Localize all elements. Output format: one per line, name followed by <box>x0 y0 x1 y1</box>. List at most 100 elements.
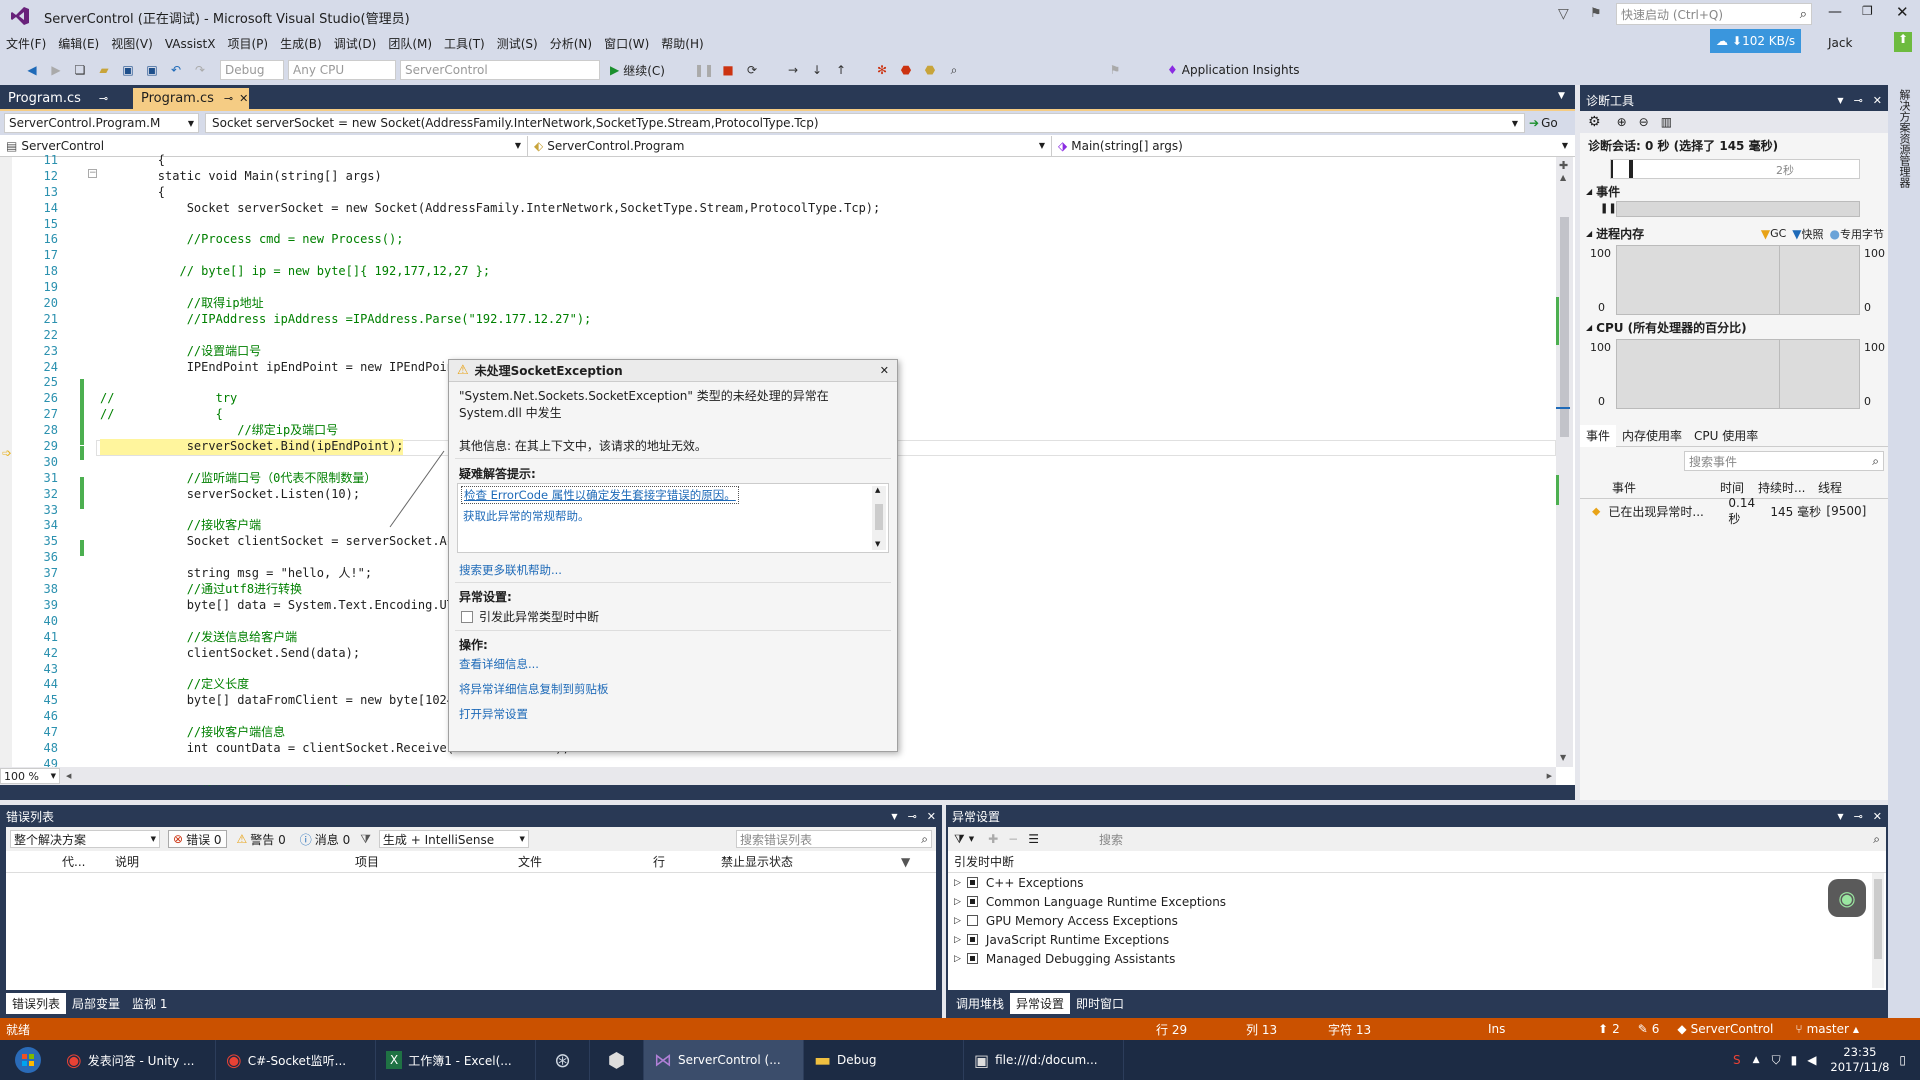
menu-tools[interactable]: 工具(T) <box>444 35 485 52</box>
break-checkbox-row[interactable]: 引发此异常类型时中断 <box>461 608 599 625</box>
menu-team[interactable]: 团队(M) <box>388 35 432 52</box>
chart-icon[interactable]: ▥ <box>1661 115 1672 129</box>
exception-category-row[interactable]: ▷ C++ Exceptions <box>948 873 1886 892</box>
redo-icon[interactable]: ↷ <box>191 61 209 79</box>
pin-icon[interactable]: ⊸ <box>1854 94 1863 107</box>
break-when-thrown-label[interactable]: 引发时中断 <box>954 853 1014 870</box>
menu-edit[interactable]: 编辑(E) <box>58 35 99 52</box>
category-checkbox[interactable] <box>966 915 978 926</box>
expression-box[interactable]: Socket serverSocket = new Socket(Address… <box>205 113 1525 133</box>
pause-icon[interactable]: ❚❚ <box>694 61 714 79</box>
tab-overflow-icon[interactable]: ▼ <box>1558 91 1565 101</box>
taskbar-unity[interactable]: ⬢ <box>590 1040 644 1080</box>
taskbar-excel[interactable]: X 工作簿1 - Excel(... <box>376 1040 536 1080</box>
taskbar-chrome-1[interactable]: ◉ 发表问答 - Unity ... <box>56 1040 216 1080</box>
zoom-out-icon[interactable]: ⊖ <box>1639 115 1649 129</box>
memory-section-header[interactable]: ◢ 进程内存 ▼ GC ▼ 快照 ● 专用字节 <box>1586 225 1884 242</box>
minimize-button[interactable]: — <box>1828 4 1842 20</box>
category-checkbox[interactable] <box>966 896 978 907</box>
pin-icon[interactable]: ⊸ <box>224 92 233 105</box>
filter-icon[interactable]: ▽ <box>1558 6 1569 22</box>
tab-events[interactable]: 事件 <box>1580 424 1617 447</box>
expand-arrow-icon[interactable]: ▷ <box>954 916 961 926</box>
status-publish-count[interactable]: 2 <box>1612 1022 1620 1036</box>
arrow-up-icon[interactable]: ⬆ <box>1598 1022 1608 1036</box>
panel-menu-icon[interactable]: ▼ <box>1837 812 1843 821</box>
project-dropdown[interactable]: ServerControl <box>400 60 600 80</box>
status-branch[interactable]: master <box>1807 1022 1849 1036</box>
tip-general-help-link[interactable]: 获取此异常的常规帮助。 <box>463 508 590 524</box>
collapse-toggle-icon[interactable]: − <box>88 169 97 178</box>
filter-icon[interactable]: ⧩ <box>954 832 965 847</box>
continue-button[interactable]: 继续(C) <box>623 62 665 79</box>
tab-immediate[interactable]: 即时窗口 <box>1070 993 1130 1014</box>
tab-cpu-usage[interactable]: CPU 使用率 <box>1688 427 1764 444</box>
shield-icon[interactable]: ⛉ <box>1772 1053 1781 1068</box>
remove-icon[interactable]: − <box>1008 832 1018 846</box>
tab-watch-1[interactable]: 监视 1 <box>126 993 173 1014</box>
go-button[interactable]: ➔ Go <box>1529 116 1558 130</box>
notification-icon[interactable]: ⚑ <box>1590 6 1602 21</box>
forward-icon[interactable]: ▶ <box>47 61 65 79</box>
editor-vertical-scrollbar[interactable]: ✚ ▲ ▼ <box>1556 157 1573 767</box>
scroll-down-icon[interactable]: ▼ <box>1560 753 1566 762</box>
expand-arrow-icon[interactable]: ▷ <box>954 954 961 964</box>
category-checkbox[interactable] <box>966 877 978 888</box>
volume-icon[interactable]: ◀ <box>1807 1053 1816 1067</box>
menu-debug[interactable]: 调试(D) <box>334 35 377 52</box>
exception-category-row[interactable]: ▷ GPU Memory Access Exceptions <box>948 911 1886 930</box>
tab-program-cs-inactive[interactable]: Program.cs ⊸ <box>0 88 133 109</box>
cpu-section-header[interactable]: ◢ CPU (所有处理器的百分比) <box>1586 319 1747 336</box>
col-event[interactable]: 事件 <box>1580 479 1720 496</box>
restore-button[interactable]: ❐ <box>1862 4 1873 18</box>
step-out-icon[interactable]: ↑ <box>832 61 850 79</box>
chevron-up-icon[interactable]: ▲ <box>1853 1025 1859 1034</box>
ime-icon[interactable]: S <box>1733 1053 1741 1067</box>
warnings-filter[interactable]: ⚠ 警告 0 <box>233 831 290 848</box>
pin-icon[interactable]: ⊸ <box>99 92 108 105</box>
messages-filter[interactable]: ⓘ 消息 0 <box>296 831 354 848</box>
taskbar-steam[interactable]: ⊛ <box>536 1040 590 1080</box>
error-search-input[interactable]: 搜索错误列表 <box>740 831 921 848</box>
scroll-thumb[interactable] <box>1874 879 1882 959</box>
save-all-icon[interactable]: ▣ <box>143 61 161 79</box>
network-icon[interactable]: ▮ <box>1791 1053 1798 1067</box>
step-over-icon[interactable]: → <box>784 61 802 79</box>
scroll-up-icon[interactable]: ▲ <box>875 486 880 494</box>
expand-arrow-icon[interactable]: ▷ <box>954 935 961 945</box>
start-button[interactable] <box>0 1040 56 1080</box>
feedback-icon[interactable]: ⬆ <box>1894 32 1912 52</box>
add-split-icon[interactable]: ✚ <box>1559 159 1568 172</box>
col-description[interactable]: 说明 <box>111 853 355 870</box>
add-icon[interactable]: ✚ <box>988 832 998 846</box>
scroll-right-icon[interactable]: ▶ <box>1547 772 1552 780</box>
exception-category-row[interactable]: ▷ Managed Debugging Assistants <box>948 949 1886 968</box>
panel-close-icon[interactable]: ✕ <box>1873 810 1882 823</box>
tips-scrollbar[interactable]: ▲ ▼ <box>872 486 886 550</box>
floating-assistant-icon[interactable]: ◉ <box>1828 879 1866 917</box>
scroll-thumb[interactable] <box>1560 217 1569 437</box>
stop-icon[interactable]: ■ <box>719 61 737 79</box>
quick-launch-input[interactable]: 快速启动 (Ctrl+Q) <box>1617 6 1800 23</box>
panel-close-icon[interactable]: ✕ <box>1873 94 1882 107</box>
app-insights-icon[interactable]: ♦ <box>1167 63 1178 77</box>
col-line[interactable]: 行 <box>653 853 721 870</box>
close-button[interactable]: ✕ <box>1896 3 1909 21</box>
settings-gear-icon[interactable]: ⚙ <box>1588 114 1601 130</box>
scroll-down-icon[interactable]: ▼ <box>875 540 880 548</box>
chevron-down-icon[interactable]: ▼ <box>969 835 974 843</box>
clock[interactable]: 23:35 2017/11/8 <box>1830 1045 1889 1075</box>
scroll-up-icon[interactable]: ▲ <box>1560 173 1566 182</box>
col-code[interactable]: 代... <box>6 853 111 870</box>
exception-search-input[interactable]: 搜索 <box>1099 831 1873 848</box>
exception-category-row[interactable]: ▷ Common Language Runtime Exceptions <box>948 892 1886 911</box>
tray-expand-icon[interactable]: ▲ <box>1753 1055 1760 1065</box>
col-project[interactable]: 项目 <box>355 853 518 870</box>
debug-tool-icon[interactable]: ⬣ <box>921 61 939 79</box>
hex-icon[interactable]: ✻ <box>873 61 891 79</box>
view-details-link[interactable]: 查看详细信息... <box>459 656 539 672</box>
menu-window[interactable]: 窗口(W) <box>604 35 649 52</box>
tip-errorcode-link[interactable]: 检查 ErrorCode 属性以确定发生套接字错误的原因。 <box>461 486 739 504</box>
scroll-left-icon[interactable]: ◀ <box>66 772 71 780</box>
continue-play-icon[interactable]: ▶ <box>610 63 619 77</box>
